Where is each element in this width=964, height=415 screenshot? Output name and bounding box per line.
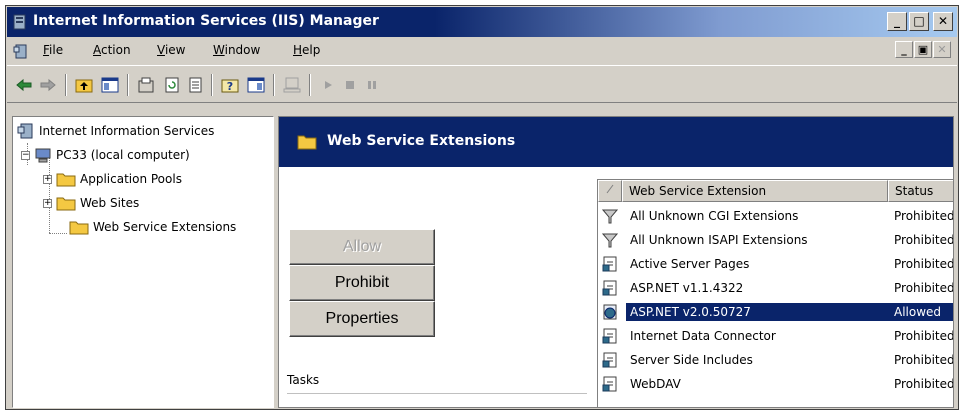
menu-action[interactable]: Action xyxy=(93,43,131,57)
mdi-minimize-button[interactable]: _ xyxy=(895,41,913,58)
computer-icon xyxy=(35,148,51,163)
toolbar: ? xyxy=(7,65,957,103)
list-item[interactable]: All Unknown ISAPI Extensions Prohibited xyxy=(598,228,954,252)
menu-file[interactable]: File xyxy=(43,43,63,57)
tasks-tab-label[interactable]: Tasks xyxy=(287,373,319,387)
prohibit-button[interactable]: Prohibit xyxy=(289,265,435,301)
start-icon[interactable] xyxy=(317,74,339,96)
menu-bar: File Action View Window Help _ ▣ ✕ xyxy=(7,38,957,64)
extension-name: ASP.NET v1.1.4322 xyxy=(630,281,744,295)
extension-name: All Unknown CGI Extensions xyxy=(630,209,799,223)
list-item[interactable]: Server Side Includes Prohibited xyxy=(598,348,954,372)
console-tree[interactable]: Internet Information Services − PC33 (lo… xyxy=(12,116,274,408)
console-icon[interactable] xyxy=(245,74,267,96)
list-item[interactable]: Internet Data Connector Prohibited xyxy=(598,324,954,348)
folder-icon xyxy=(69,221,89,235)
list-item[interactable]: Active Server Pages Prohibited xyxy=(598,252,954,276)
window-title: Internet Information Services (IIS) Mana… xyxy=(33,13,379,29)
column-header-icon[interactable] xyxy=(598,180,622,202)
column-header-extension[interactable]: Web Service Extension xyxy=(622,180,888,202)
extension-name: Server Side Includes xyxy=(630,353,753,367)
show-hide-console-tree-icon[interactable] xyxy=(99,74,121,96)
folder-icon xyxy=(56,173,76,187)
forward-arrow-icon[interactable] xyxy=(37,74,59,96)
mdi-close-button[interactable]: ✕ xyxy=(933,41,951,58)
help-icon[interactable]: ? xyxy=(219,74,241,96)
filter-icon xyxy=(602,233,618,248)
list-item-selected[interactable]: ASP.NET v2.0.50727 Allowed xyxy=(598,300,953,324)
tree-item-web-service-extensions[interactable]: Web Service Extensions xyxy=(69,219,236,235)
extension-page-icon xyxy=(602,256,617,272)
tree-item-iis-root[interactable]: Internet Information Services xyxy=(17,123,214,139)
extension-status: Prohibited xyxy=(894,233,954,247)
iis-manager-window: Internet Information Services (IIS) Mana… xyxy=(5,5,959,410)
extension-status: Prohibited xyxy=(894,281,954,295)
extension-page-icon xyxy=(602,328,617,344)
extension-name: WebDAV xyxy=(630,377,681,391)
server-icon[interactable] xyxy=(281,74,303,96)
tree-label-computer: PC33 (local computer) xyxy=(56,148,190,162)
extension-page-icon xyxy=(602,352,617,368)
refresh-icon[interactable] xyxy=(161,74,183,96)
collapse-expander[interactable]: − xyxy=(21,150,30,160)
iis-root-icon xyxy=(17,123,33,139)
close-button[interactable]: ✕ xyxy=(933,12,953,31)
extension-status: Prohibited xyxy=(894,377,954,391)
title-bar[interactable]: Internet Information Services (IIS) Mana… xyxy=(7,7,957,37)
list-item[interactable]: ASP.NET v1.1.4322 Prohibited xyxy=(598,276,954,300)
allow-button[interactable]: Allow xyxy=(289,229,435,265)
menu-view[interactable]: View xyxy=(157,43,185,57)
tree-label-web-service-extensions: Web Service Extensions xyxy=(93,220,237,234)
list-item[interactable]: WebDAV Prohibited xyxy=(598,372,954,396)
extension-status: Prohibited xyxy=(894,353,954,367)
details-header: Web Service Extensions xyxy=(279,117,953,167)
sort-icon xyxy=(606,184,614,194)
mdi-restore-button[interactable]: ▣ xyxy=(914,41,932,58)
list-header: Web Service Extension Status xyxy=(598,180,953,202)
extension-status: Allowed xyxy=(888,303,953,321)
expand-expander[interactable]: + xyxy=(43,174,52,184)
export-list-icon[interactable] xyxy=(185,74,207,96)
tree-item-application-pools[interactable]: + Application Pools xyxy=(43,171,182,187)
extension-page-icon xyxy=(602,280,617,296)
filter-icon xyxy=(602,209,618,224)
extension-name: ASP.NET v2.0.50727 xyxy=(626,303,888,321)
console-menu-icon[interactable] xyxy=(13,43,29,59)
extension-status: Prohibited xyxy=(894,329,954,343)
list-item[interactable]: All Unknown CGI Extensions Prohibited xyxy=(598,204,954,228)
minimize-button[interactable]: _ xyxy=(887,12,907,31)
tree-label-iis-root: Internet Information Services xyxy=(39,124,215,138)
back-arrow-icon[interactable] xyxy=(13,74,35,96)
column-header-status[interactable]: Status xyxy=(888,180,953,202)
svg-text:?: ? xyxy=(227,80,233,93)
tree-label-application-pools: Application Pools xyxy=(80,172,182,186)
extension-status: Prohibited xyxy=(894,209,954,223)
menu-window[interactable]: Window xyxy=(213,43,260,57)
maximize-button[interactable]: □ xyxy=(909,12,929,31)
up-folder-icon[interactable] xyxy=(73,74,95,96)
properties-button[interactable]: Properties xyxy=(289,301,435,337)
folder-icon xyxy=(56,197,76,211)
expand-expander[interactable]: + xyxy=(43,198,52,208)
pause-icon[interactable] xyxy=(361,74,383,96)
tree-label-web-sites: Web Sites xyxy=(80,196,140,210)
tree-item-web-sites[interactable]: + Web Sites xyxy=(43,195,139,211)
iis-app-icon xyxy=(13,14,26,30)
properties-icon[interactable] xyxy=(135,74,157,96)
stop-icon[interactable] xyxy=(339,74,361,96)
extension-name: Internet Data Connector xyxy=(630,329,776,343)
menu-help[interactable]: Help xyxy=(293,43,320,57)
extension-page-icon xyxy=(602,376,617,392)
extension-allowed-icon xyxy=(603,304,617,320)
extension-name: Active Server Pages xyxy=(630,257,750,271)
extensions-list[interactable]: Web Service Extension Status All Unknown… xyxy=(597,179,954,407)
extension-name: All Unknown ISAPI Extensions xyxy=(630,233,808,247)
extension-status: Prohibited xyxy=(894,257,954,271)
folder-icon xyxy=(297,135,317,150)
tree-item-computer[interactable]: − PC33 (local computer) xyxy=(21,147,190,163)
details-pane: Web Service Extensions Allow Prohibit Pr… xyxy=(278,116,954,408)
details-title: Web Service Extensions xyxy=(327,133,516,149)
